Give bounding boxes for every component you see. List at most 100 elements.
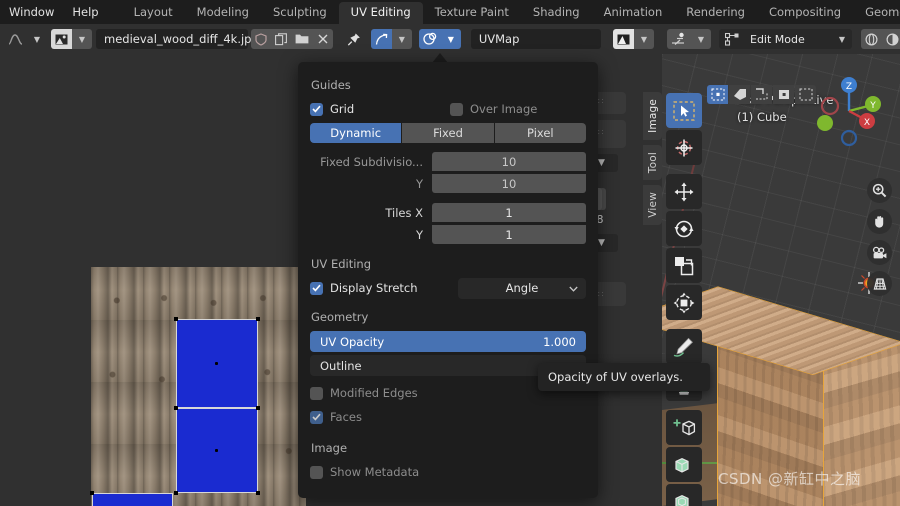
close-icon[interactable]	[313, 29, 333, 49]
tab-compositing[interactable]: Compositing	[757, 2, 853, 24]
uv-face[interactable]	[92, 493, 173, 506]
checkbox-faces[interactable]	[310, 410, 323, 424]
image-datablock-selector[interactable]: ▼	[51, 29, 92, 49]
select-mode-vertex[interactable]	[707, 85, 728, 104]
tab-layout[interactable]: Layout	[122, 2, 185, 24]
workspace-tabs: Layout Modeling Sculpting UV Editing Tex…	[122, 0, 900, 24]
zoom-icon[interactable]	[867, 178, 892, 203]
wireframe-shading-icon[interactable]	[861, 29, 882, 49]
fixed-subdivisions-x-label: Fixed Subdivisio...	[320, 154, 423, 169]
menu-help[interactable]: Help	[63, 0, 107, 24]
tab-rendering[interactable]: Rendering	[674, 2, 757, 24]
chevron-down-icon[interactable]: ▼	[832, 29, 852, 49]
annotate-tool[interactable]	[666, 329, 702, 364]
select-mode-face[interactable]	[751, 85, 772, 104]
chevron-down-icon[interactable]: ▼	[391, 29, 412, 49]
uv-vertex[interactable]	[256, 491, 260, 495]
select-mode-edge[interactable]	[729, 85, 750, 104]
chevron-down-icon[interactable]: ▼	[691, 29, 711, 49]
image-datablock-icon[interactable]	[51, 29, 72, 49]
rotate-tool[interactable]	[666, 211, 702, 246]
grid-type-fixed[interactable]: Fixed	[402, 123, 495, 143]
image-name-field[interactable]: medieval_wood_diff_4k.jpg	[96, 29, 259, 49]
scale-tool[interactable]	[666, 248, 702, 283]
copy-icon[interactable]	[271, 29, 291, 49]
chevron-down-icon[interactable]: ▼	[634, 29, 654, 49]
grid-type-dynamic[interactable]: Dynamic	[310, 123, 403, 143]
fixed-subdivisions-y-value[interactable]: 10	[432, 174, 586, 193]
uv-vertex[interactable]	[174, 317, 178, 321]
3d-viewport-icon[interactable]	[667, 29, 691, 49]
interaction-mode-selector[interactable]: Edit Mode ▼	[719, 29, 852, 49]
uv-face-center-dot	[215, 449, 218, 452]
tiles-y-value[interactable]: 1	[432, 225, 586, 244]
folder-icon[interactable]	[291, 29, 313, 49]
navigation-gizmo[interactable]: Z Y X	[814, 76, 884, 147]
tiles-x-value[interactable]: 1	[432, 203, 586, 222]
camera-icon[interactable]	[867, 240, 892, 265]
fixed-subdivisions-x-value[interactable]: 10	[432, 152, 586, 171]
uv-vertex[interactable]	[256, 317, 260, 321]
over-image-checkbox-wrap[interactable]: Over Image	[450, 102, 537, 116]
transform-tool[interactable]	[666, 285, 702, 320]
shading-mode-selector[interactable]	[861, 29, 900, 49]
select-mode-face-dot[interactable]	[773, 85, 794, 104]
checkbox-modified-edges[interactable]	[310, 386, 323, 400]
object-mode-icon[interactable]	[719, 29, 744, 49]
uv-editor-icon[interactable]	[4, 29, 27, 49]
checkbox-over-image[interactable]	[450, 102, 463, 116]
inset-faces-tool[interactable]	[666, 484, 702, 506]
faces-row[interactable]: Faces	[310, 407, 586, 427]
solid-shading-icon[interactable]	[882, 29, 900, 49]
display-channels-selector[interactable]: ▼	[613, 29, 654, 49]
image-display-icon[interactable]	[613, 29, 634, 49]
sidebar-tab-view[interactable]: View	[643, 185, 662, 225]
shield-icon[interactable]	[251, 29, 271, 49]
pan-hand-icon[interactable]	[867, 209, 892, 234]
grid-checkbox-wrap[interactable]: Grid	[310, 102, 450, 116]
extrude-region-tool[interactable]	[666, 447, 702, 482]
editor-type-selector[interactable]: ▼	[4, 29, 47, 49]
chevron-down-icon[interactable]: ▼	[27, 29, 47, 49]
show-metadata-row[interactable]: Show Metadata	[310, 462, 586, 482]
tab-animation[interactable]: Animation	[592, 2, 675, 24]
chevron-down-icon[interactable]: ▼	[72, 29, 92, 49]
uv-vertex[interactable]	[90, 491, 94, 495]
sidebar-tab-image[interactable]: Image	[643, 92, 662, 140]
tweak-select-box-tool[interactable]	[666, 93, 702, 128]
cursor-tool[interactable]	[666, 130, 702, 165]
checkbox-display-stretch[interactable]	[310, 281, 323, 295]
tab-texture-paint[interactable]: Texture Paint	[423, 2, 521, 24]
move-tool[interactable]	[666, 174, 702, 209]
tab-sculpting[interactable]: Sculpting	[261, 2, 339, 24]
tab-modeling[interactable]: Modeling	[185, 2, 261, 24]
menu-window[interactable]: Window	[0, 0, 63, 24]
tab-geometry-nodes[interactable]: Geometry N	[853, 2, 900, 24]
chevron-down-icon[interactable]: ▼	[440, 29, 461, 49]
add-cube-tool[interactable]	[666, 410, 702, 445]
snap-icon[interactable]	[370, 29, 392, 49]
uv-vertex[interactable]	[174, 406, 178, 410]
interaction-mode-label[interactable]: Edit Mode	[744, 29, 832, 49]
uv-sync-icon[interactable]	[418, 29, 441, 49]
display-stretch-checkbox-wrap[interactable]: Display Stretch	[310, 281, 458, 295]
grid-type-pixel[interactable]: Pixel	[494, 123, 586, 143]
select-mode-uv[interactable]	[795, 85, 816, 104]
uv-vertex[interactable]	[174, 491, 178, 495]
tab-shading[interactable]: Shading	[521, 2, 592, 24]
sidebar-tab-tool[interactable]: Tool	[643, 144, 662, 181]
uvmap-name-field[interactable]: UVMap	[470, 29, 601, 49]
top-menu-bar: Window Help Layout Modeling Sculpting UV…	[0, 0, 900, 24]
3d-viewport[interactable]: User Perspective (1) Cube Z Y X	[662, 54, 900, 506]
uv-sync-selector[interactable]: ▼	[418, 29, 461, 49]
snap-selector[interactable]: ▼	[370, 29, 412, 49]
viewport-editor-type-selector[interactable]: ▼	[667, 29, 711, 49]
stretch-type-dropdown[interactable]: Angle	[458, 277, 586, 299]
uv-vertex[interactable]	[256, 406, 260, 410]
grid-ortho-icon[interactable]	[867, 271, 892, 296]
tab-uv-editing[interactable]: UV Editing	[338, 2, 423, 24]
pin-icon[interactable]	[343, 29, 365, 49]
checkbox-show-metadata[interactable]	[310, 465, 323, 479]
uv-opacity-slider[interactable]: UV Opacity 1.000	[310, 331, 586, 352]
checkbox-grid[interactable]	[310, 102, 323, 116]
